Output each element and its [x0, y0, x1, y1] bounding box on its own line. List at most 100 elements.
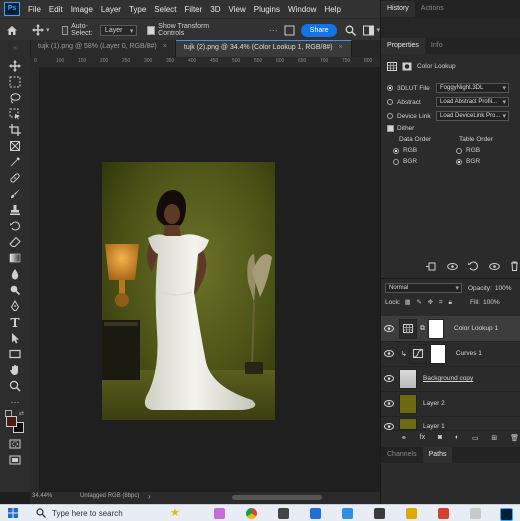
auto-select-dropdown[interactable]: Layer [99, 24, 138, 36]
new-group-icon[interactable]: ▭ [472, 434, 479, 442]
taskbar-app-icon[interactable] [470, 508, 481, 519]
taskbar-search-icon[interactable] [36, 508, 46, 518]
lasso-tool-icon[interactable] [0, 90, 30, 106]
table-order-rgb-radio[interactable] [456, 147, 462, 154]
taskbar-app-icon[interactable] [374, 508, 385, 519]
taskbar-app-icon[interactable] [342, 508, 353, 519]
device-link-select[interactable]: Load DeviceLink Pro... [436, 111, 509, 121]
layer-row-color-lookup[interactable]: ⧉ Color Lookup 1 [381, 316, 520, 342]
taskbar-app-icon[interactable] [406, 508, 417, 519]
menu-view[interactable]: View [225, 5, 250, 14]
taskbar-app-icon[interactable] [278, 508, 289, 519]
tab-paths[interactable]: Paths [422, 447, 453, 463]
blur-tool-icon[interactable] [0, 266, 30, 282]
layer-mask-thumbnail[interactable] [429, 343, 446, 364]
tab-actions[interactable]: Actions [415, 1, 450, 17]
table-order-bgr-radio[interactable] [456, 158, 462, 165]
link-layers-icon[interactable]: ⚭ [401, 434, 407, 442]
dodge-tool-icon[interactable] [0, 282, 30, 298]
frame-icon[interactable] [284, 25, 295, 36]
fill-value[interactable]: 100% [483, 299, 500, 306]
delete-layer-icon[interactable]: 🗑︎ [510, 434, 519, 442]
tab-tujk-2[interactable]: tujk (2).png @ 34.4% (Color Lookup 1, RG… [175, 40, 352, 57]
abstract-select[interactable]: Load Abstract Profil... [436, 97, 509, 107]
abstract-radio[interactable] [387, 99, 393, 105]
document-profile[interactable]: Untagged RGB (8bpc) [80, 493, 139, 499]
quick-mask-icon[interactable] [0, 436, 30, 452]
toolbar-collapse-icon[interactable]: » [0, 40, 30, 58]
close-icon[interactable]: × [163, 43, 167, 50]
zoom-tool-icon[interactable] [0, 378, 30, 394]
color-swatches[interactable]: ⇄ [0, 410, 30, 436]
visibility-eye-icon[interactable] [381, 423, 397, 430]
history-brush-tool-icon[interactable] [0, 218, 30, 234]
object-select-tool-icon[interactable] [0, 106, 30, 122]
data-order-rgb-radio[interactable] [393, 147, 399, 154]
more-tools-icon[interactable]: ··· [0, 394, 30, 410]
weather-icon[interactable]: ★ [170, 506, 180, 519]
move-tool-icon[interactable] [32, 24, 44, 36]
tab-info[interactable]: Info [425, 38, 449, 54]
more-options-icon[interactable]: ··· [269, 25, 278, 35]
toggle-visibility-icon[interactable] [488, 262, 500, 271]
menu-help[interactable]: Help [320, 5, 344, 14]
photoshop-taskbar-icon[interactable] [500, 508, 513, 521]
crop-tool-icon[interactable] [0, 122, 30, 138]
clip-to-layer-icon[interactable] [425, 262, 436, 271]
delete-adjustment-icon[interactable] [510, 261, 519, 271]
mask-toggle-icon[interactable] [402, 62, 412, 71]
opacity-value[interactable]: 100% [495, 285, 512, 292]
zoom-level[interactable]: 34.44% [32, 493, 52, 499]
horizontal-scrollbar[interactable] [232, 495, 322, 500]
taskbar-app-icon[interactable] [310, 508, 321, 519]
pen-tool-icon[interactable] [0, 298, 30, 314]
tab-history[interactable]: History [381, 1, 415, 17]
chain-link-icon[interactable]: ⧉ [420, 325, 425, 333]
menu-plugins[interactable]: Plugins [250, 5, 284, 14]
visibility-eye-icon[interactable] [381, 350, 397, 357]
layer-row-curves[interactable]: ↳ Curves 1 [381, 341, 520, 367]
document-image[interactable] [102, 162, 275, 420]
windows-start-icon[interactable] [8, 508, 18, 518]
view-previous-icon[interactable] [446, 262, 458, 271]
layer-row-layer-1[interactable]: Layer 1 [381, 416, 520, 431]
move-tool-icon[interactable] [0, 58, 30, 74]
menu-3d[interactable]: 3D [206, 5, 224, 14]
new-adjustment-icon[interactable]: ◐ [455, 434, 459, 441]
transform-controls-checkbox[interactable] [147, 25, 156, 35]
device-link-radio[interactable] [387, 113, 393, 119]
auto-select-option[interactable]: Auto-Select: Layer [61, 23, 138, 37]
data-order-bgr-radio[interactable] [393, 158, 399, 165]
menu-window[interactable]: Window [284, 5, 320, 14]
rectangle-tool-icon[interactable] [0, 346, 30, 362]
marquee-tool-icon[interactable] [0, 74, 30, 90]
visibility-eye-icon[interactable] [381, 325, 397, 332]
dither-checkbox[interactable] [387, 125, 394, 132]
lut-file-radio[interactable] [387, 85, 393, 91]
hand-tool-icon[interactable] [0, 362, 30, 378]
status-arrow-icon[interactable]: › [148, 492, 151, 501]
taskbar-app-icon[interactable] [438, 508, 449, 519]
chevron-down-icon[interactable]: ▾ [46, 26, 50, 34]
swap-colors-icon[interactable]: ⇄ [19, 410, 24, 417]
eraser-tool-icon[interactable] [0, 234, 30, 250]
taskbar-app-icon[interactable] [214, 508, 225, 519]
menu-edit[interactable]: Edit [45, 5, 67, 14]
menu-type[interactable]: Type [125, 5, 150, 14]
visibility-eye-icon[interactable] [381, 375, 397, 382]
foreground-color-swatch[interactable] [6, 416, 17, 427]
menu-file[interactable]: File [24, 5, 45, 14]
gradient-tool-icon[interactable] [0, 250, 30, 266]
close-icon[interactable]: × [339, 44, 343, 51]
layer-row-layer-2[interactable]: Layer 2 [381, 391, 520, 417]
add-mask-icon[interactable]: ◙ [438, 434, 442, 441]
transform-controls-option[interactable]: Show Transform Controls [147, 23, 222, 37]
blend-mode-select[interactable]: Normal [385, 283, 462, 293]
brush-tool-icon[interactable] [0, 186, 30, 202]
reset-icon[interactable] [468, 261, 478, 271]
tab-properties[interactable]: Properties [381, 38, 425, 54]
path-selection-tool-icon[interactable] [0, 330, 30, 346]
lock-icons[interactable]: ▦ ✎ ✥ ⌗ 🔒︎ [405, 298, 454, 307]
chrome-icon[interactable] [246, 508, 257, 519]
visibility-eye-icon[interactable] [381, 400, 397, 407]
